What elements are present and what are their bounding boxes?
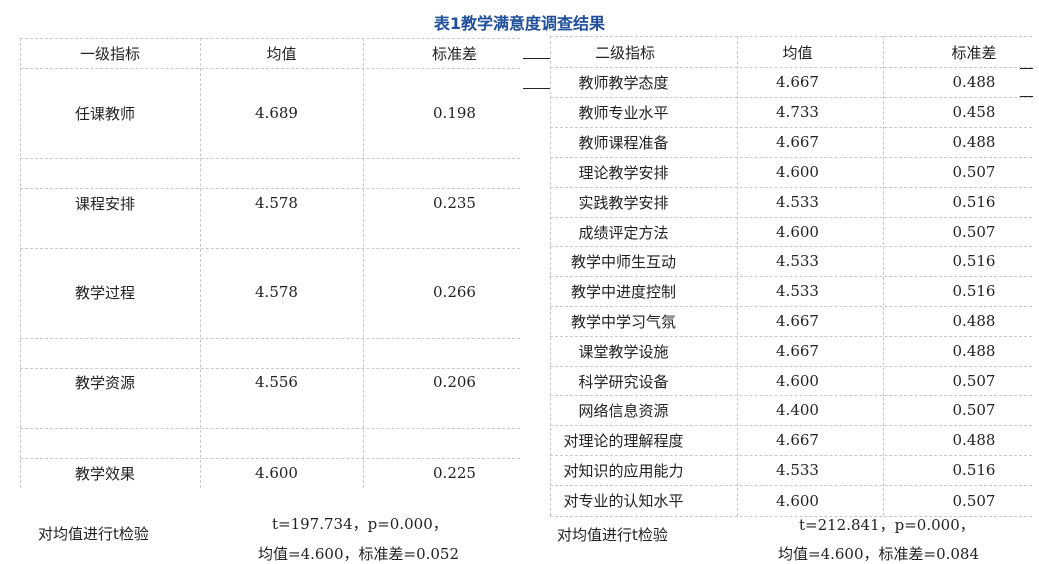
row-sd: 0.458 bbox=[952, 103, 996, 121]
row-name: 课程安排 bbox=[74, 194, 135, 213]
row-sd: 0.507 bbox=[952, 372, 996, 390]
row-mean: 4.533 bbox=[776, 282, 819, 300]
header-mean: 均值 bbox=[782, 43, 813, 62]
row-sd: 0.198 bbox=[433, 104, 476, 122]
row-sd: 0.225 bbox=[433, 464, 476, 482]
row-sd: 0.206 bbox=[433, 373, 476, 391]
row-sd: 0.507 bbox=[952, 223, 996, 241]
row-mean: 4.533 bbox=[776, 252, 819, 270]
row-sd: 0.507 bbox=[952, 163, 996, 181]
header-sd: 标准差 bbox=[431, 44, 477, 63]
row-mean: 4.600 bbox=[776, 372, 819, 390]
table-caption: 表1教学满意度调查结果 bbox=[433, 14, 606, 33]
row-mean: 4.733 bbox=[776, 103, 819, 121]
row-name: 教师课程准备 bbox=[578, 133, 669, 152]
row-mean: 4.600 bbox=[776, 163, 819, 181]
row-name: 教学中进度控制 bbox=[570, 282, 676, 301]
ttest-result-line2: 均值=4.600，标准差=0.052 bbox=[258, 545, 460, 563]
header-mean: 均值 bbox=[266, 44, 297, 63]
row-mean: 4.689 bbox=[255, 104, 298, 122]
ttest-result-line2: 均值=4.600，标准差=0.084 bbox=[778, 545, 980, 563]
grid-line bbox=[20, 338, 520, 339]
row-sd: 0.516 bbox=[952, 193, 996, 211]
header-second-level: 二级指标 bbox=[594, 43, 655, 62]
row-mean: 4.667 bbox=[776, 133, 819, 151]
row-sd: 0.488 bbox=[952, 73, 996, 91]
row-mean: 4.600 bbox=[776, 491, 819, 510]
row-mean: 4.667 bbox=[776, 312, 819, 330]
row-name: 对理论的理解程度 bbox=[563, 431, 684, 450]
row-mean: 4.667 bbox=[776, 431, 819, 449]
row-name: 网络信息资源 bbox=[578, 401, 669, 420]
row-name: 成绩评定方法 bbox=[578, 223, 669, 242]
grid-line bbox=[20, 428, 520, 429]
ttest-result-line1: t=197.734，p=0.000， bbox=[272, 515, 448, 533]
row-mean: 4.533 bbox=[776, 193, 819, 211]
row-sd: 0.235 bbox=[433, 194, 476, 212]
row-sd: 0.516 bbox=[952, 461, 996, 479]
row-mean: 4.600 bbox=[255, 464, 298, 482]
header-sd: 标准差 bbox=[951, 43, 997, 62]
ttest-result-line1: t=212.841，p=0.000， bbox=[799, 516, 975, 534]
row-name: 教师教学态度 bbox=[578, 73, 669, 92]
grid-line bbox=[20, 68, 520, 69]
row-sd: 0.507 bbox=[952, 401, 996, 419]
row-mean: 4.578 bbox=[255, 194, 298, 212]
ttest-label: 对均值进行t检验 bbox=[38, 525, 149, 543]
row-mean: 4.556 bbox=[255, 373, 298, 391]
row-sd: 0.488 bbox=[952, 133, 996, 151]
row-name: 科学研究设备 bbox=[578, 372, 669, 391]
row-name: 教师专业水平 bbox=[578, 103, 669, 122]
row-sd: 0.516 bbox=[952, 282, 996, 300]
row-sd: 0.488 bbox=[952, 312, 996, 330]
grid-line bbox=[20, 158, 520, 159]
row-mean: 4.667 bbox=[776, 73, 819, 91]
row-name: 任课教师 bbox=[74, 104, 135, 123]
row-name: 教学过程 bbox=[74, 283, 135, 302]
row-sd: 0.488 bbox=[952, 342, 996, 360]
row-sd: 0.507 bbox=[952, 491, 996, 510]
row-name: 对专业的认知水平 bbox=[563, 492, 684, 510]
row-sd: 0.516 bbox=[952, 252, 996, 270]
row-mean: 4.533 bbox=[776, 461, 819, 479]
row-mean: 4.578 bbox=[255, 283, 298, 301]
row-name: 理论教学安排 bbox=[578, 163, 669, 182]
row-sd: 0.266 bbox=[433, 283, 476, 301]
row-name: 教学资源 bbox=[74, 373, 135, 392]
row-name: 教学中学习气氛 bbox=[570, 312, 676, 331]
grid-line bbox=[20, 248, 520, 249]
row-name: 教学中师生互动 bbox=[570, 252, 676, 271]
row-mean: 4.600 bbox=[776, 223, 819, 241]
row-name: 对知识的应用能力 bbox=[563, 461, 684, 480]
row-name: 课堂教学设施 bbox=[578, 342, 669, 361]
header-first-level: 一级指标 bbox=[79, 44, 140, 63]
rule-line bbox=[523, 58, 550, 59]
row-mean: 4.400 bbox=[776, 401, 819, 419]
row-name: 实践教学安排 bbox=[578, 193, 669, 212]
row-name: 教学效果 bbox=[74, 464, 135, 483]
row-sd: 0.488 bbox=[952, 431, 996, 449]
ttest-label: 对均值进行t检验 bbox=[557, 526, 668, 544]
rule-line bbox=[523, 88, 550, 89]
row-mean: 4.667 bbox=[776, 342, 819, 360]
